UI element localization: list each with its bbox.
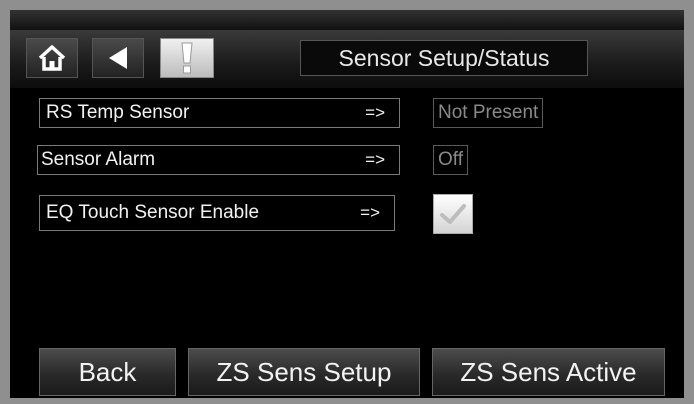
exclamation-icon xyxy=(181,42,193,74)
eq-touch-sensor-enable-arrow: => xyxy=(360,203,380,222)
sensor-alarm-label: Sensor Alarm xyxy=(41,149,156,170)
rs-temp-sensor-value: Not Present xyxy=(433,98,544,128)
device-screen: Sensor Setup/Status RS Temp Sensor => No… xyxy=(10,10,684,398)
zs-sens-active-button[interactable]: ZS Sens Active xyxy=(432,348,665,396)
alert-button[interactable] xyxy=(160,38,214,78)
sensor-alarm-value: Off xyxy=(433,145,468,175)
home-button[interactable] xyxy=(26,38,78,78)
back-arrow-button[interactable] xyxy=(92,38,144,78)
top-strip xyxy=(10,10,684,30)
back-button[interactable]: Back xyxy=(39,348,176,396)
rs-temp-sensor-label: RS Temp Sensor xyxy=(46,102,190,123)
eq-touch-sensor-enable-button[interactable]: EQ Touch Sensor Enable => xyxy=(39,195,395,231)
eq-touch-sensor-enable-checkbox[interactable] xyxy=(433,194,473,234)
sensor-alarm-arrow: => xyxy=(365,150,385,169)
zs-sens-setup-button[interactable]: ZS Sens Setup xyxy=(188,348,420,396)
home-icon xyxy=(38,45,66,71)
checkmark-icon xyxy=(440,204,466,224)
sensor-alarm-button[interactable]: Sensor Alarm => xyxy=(37,145,400,175)
eq-touch-sensor-enable-label: EQ Touch Sensor Enable xyxy=(46,202,260,223)
rs-temp-sensor-button[interactable]: RS Temp Sensor => xyxy=(39,98,400,128)
page-title: Sensor Setup/Status xyxy=(300,40,588,76)
rs-temp-sensor-arrow: => xyxy=(365,103,385,122)
left-triangle-icon xyxy=(109,47,127,69)
